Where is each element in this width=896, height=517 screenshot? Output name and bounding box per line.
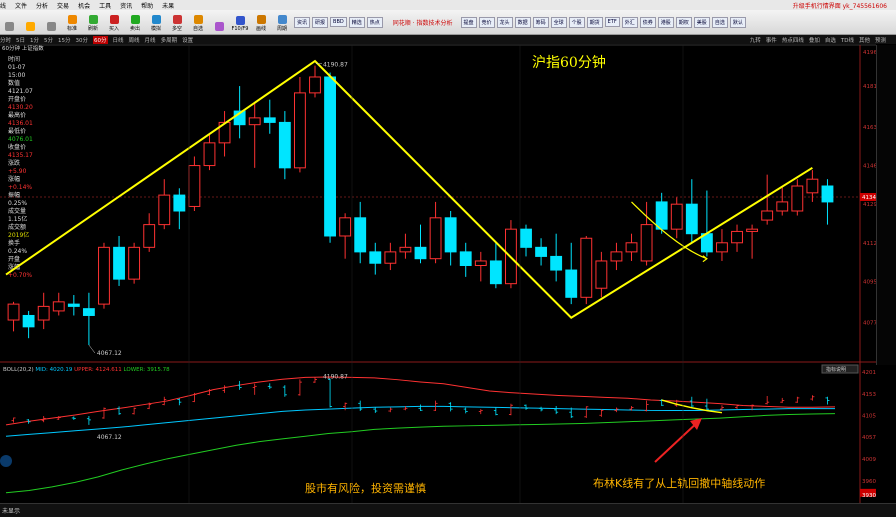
boll-axis-label: 3960.83 bbox=[862, 479, 876, 485]
candle-body bbox=[459, 251, 472, 267]
max-price-label: 4190.87 bbox=[323, 62, 348, 69]
footer-label: 未显示 bbox=[2, 508, 21, 515]
candle-body bbox=[640, 224, 653, 262]
price-axis-label: 4196 bbox=[863, 50, 876, 56]
boll-max-label: 4190.87 bbox=[323, 373, 348, 380]
boll-help-label: 指标说明 bbox=[826, 366, 846, 373]
price-axis-label: 4146 bbox=[863, 164, 876, 170]
candle-body bbox=[731, 230, 743, 244]
candle-body bbox=[670, 203, 683, 230]
price-axis-label: 4112 bbox=[863, 241, 876, 247]
candle-body bbox=[610, 251, 623, 262]
candle-body bbox=[474, 260, 487, 267]
candle-body bbox=[143, 224, 156, 248]
price-axis-label: 4163 bbox=[863, 125, 876, 131]
candle-body bbox=[113, 246, 125, 280]
candle-body bbox=[98, 246, 110, 305]
candle-body bbox=[293, 92, 306, 169]
chart-title: 沪指60分钟 bbox=[532, 54, 606, 71]
risk-warning-text: 股市有风险，投资需谨慎 bbox=[305, 481, 426, 495]
current-price-label: 4134 bbox=[862, 195, 876, 201]
boll-min-label: 4067.12 bbox=[97, 434, 122, 441]
candle-body bbox=[158, 194, 171, 226]
price-axis-label: 4129 bbox=[863, 202, 876, 208]
candle-body bbox=[399, 246, 412, 253]
chart-tool-7[interactable]: 预测 bbox=[875, 36, 886, 44]
candle-body bbox=[806, 178, 819, 194]
candle-body bbox=[716, 242, 728, 253]
candle-body bbox=[429, 217, 442, 260]
candle-body bbox=[82, 308, 95, 316]
candle-body bbox=[354, 217, 367, 253]
candle-body bbox=[535, 246, 548, 257]
candle-body bbox=[414, 246, 427, 260]
price-axis-label: 4095 bbox=[863, 279, 876, 285]
candle-body bbox=[263, 117, 276, 123]
price-axis-label: 4077 bbox=[863, 320, 876, 326]
boll-header: BOLL(20,2) MID: 4020.19 UPPER: 4124.611 … bbox=[3, 367, 170, 373]
candle-body bbox=[746, 228, 759, 232]
candle-body bbox=[324, 76, 336, 237]
candle-body bbox=[128, 246, 141, 280]
boll-axis-label: 4201.70 bbox=[862, 370, 876, 376]
candle-body bbox=[761, 210, 774, 221]
candle-body bbox=[595, 260, 608, 289]
candle-body bbox=[37, 305, 50, 321]
candle-body bbox=[248, 117, 261, 126]
candle-body bbox=[173, 194, 186, 212]
candle-body bbox=[655, 201, 668, 230]
candle-body bbox=[309, 76, 321, 94]
candle-body bbox=[625, 242, 638, 253]
footer-bar: 未显示 bbox=[0, 503, 896, 517]
side-circle-icon[interactable] bbox=[0, 455, 12, 467]
candle-body bbox=[791, 185, 804, 212]
candle-body bbox=[489, 260, 502, 285]
min-price-label: 4067.12 bbox=[97, 350, 122, 357]
candle-body bbox=[520, 228, 532, 248]
candle-body bbox=[7, 303, 20, 321]
candle-body bbox=[67, 303, 80, 307]
main-chart[interactable]: 4196 4181 4163 4146 4129 4112 4095 4077 4134 4190… bbox=[0, 0, 876, 503]
boll-axis-label: 4153.74 bbox=[862, 392, 876, 398]
boll-axis-label: 4105.79 bbox=[862, 414, 876, 420]
candle-body bbox=[384, 251, 397, 264]
candle-body bbox=[188, 165, 201, 207]
boll-axis-label: 4009.88 bbox=[862, 457, 876, 463]
right-side-panel[interactable] bbox=[876, 45, 896, 365]
price-axis-label: 4181 bbox=[863, 84, 876, 90]
boll-axis-label: 3930.31 bbox=[862, 493, 876, 499]
candle-body bbox=[550, 255, 563, 271]
candle-body bbox=[203, 142, 216, 167]
candle-body bbox=[339, 217, 352, 237]
candle-body bbox=[22, 314, 35, 328]
candle-body bbox=[821, 185, 834, 203]
boll-annotation-text: 布林K线有了从上轨回撤中轴线动作 bbox=[593, 476, 765, 490]
annotation-arrow bbox=[654, 419, 701, 463]
candle-body bbox=[52, 301, 65, 312]
boll-upper-line bbox=[5, 376, 836, 426]
candle-body bbox=[776, 201, 789, 212]
candle-body bbox=[278, 121, 291, 169]
candle-body bbox=[580, 237, 593, 298]
candle-body bbox=[685, 203, 698, 235]
min-price-tick bbox=[88, 344, 96, 354]
pullback-arrow-head bbox=[702, 255, 708, 263]
candle-body bbox=[444, 217, 457, 253]
candle-body bbox=[369, 251, 382, 264]
candle-body bbox=[565, 269, 578, 298]
boll-axis-label: 4057.83 bbox=[862, 435, 876, 441]
